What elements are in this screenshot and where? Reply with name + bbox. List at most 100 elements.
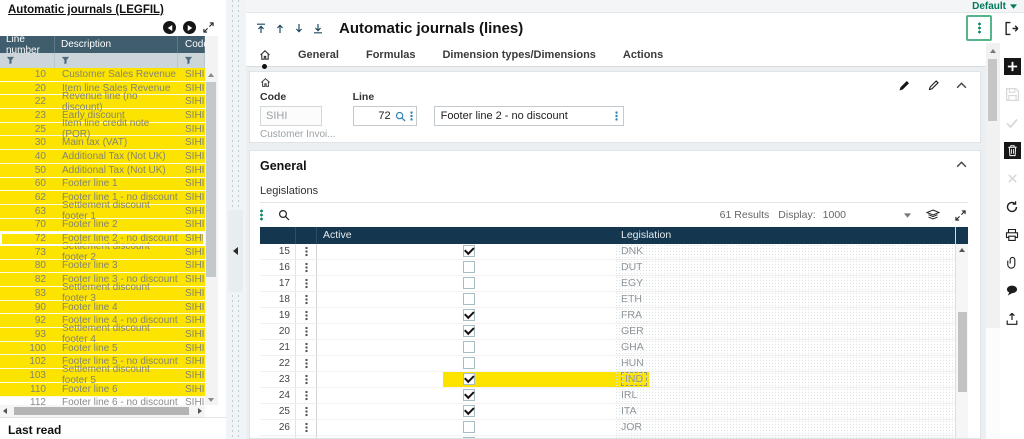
share-export-button[interactable]: [1004, 310, 1021, 327]
col-header-legislation[interactable]: Legislation: [615, 229, 955, 241]
cell-legislation[interactable]: GHA: [615, 339, 955, 356]
exit-icon[interactable]: [1004, 21, 1019, 36]
panel-splitter[interactable]: [226, 0, 246, 439]
grid-row[interactable]: 16 DUT: [260, 259, 968, 276]
display-value[interactable]: 1000: [823, 209, 846, 221]
grid-row[interactable]: 21 GHA: [260, 339, 968, 356]
filter-funnel-icon[interactable]: [6, 56, 15, 65]
scrollbar-thumb[interactable]: [206, 82, 216, 277]
grid-row[interactable]: 17 EGY: [260, 275, 968, 292]
cell-legislation[interactable]: ETH: [615, 291, 955, 308]
expand-panel-icon[interactable]: [203, 22, 214, 33]
filter-funnel-icon[interactable]: [184, 56, 193, 65]
cell-legislation[interactable]: DNK: [615, 243, 955, 260]
prev-record-button[interactable]: [163, 21, 176, 34]
left-table-row[interactable]: 70 Footer line 2 SIHI: [0, 218, 205, 233]
left-table-row[interactable]: 80 Footer line 3 SIHI: [0, 259, 205, 274]
line-input[interactable]: 72: [352, 106, 417, 126]
scrollbar-thumb[interactable]: [988, 59, 997, 121]
cell-legislation[interactable]: EGY: [615, 275, 955, 292]
grid-row[interactable]: 25 ITA: [260, 403, 968, 420]
grid-kebab-icon[interactable]: [260, 209, 263, 222]
row-kebab-icon[interactable]: [296, 371, 317, 388]
last-record-icon[interactable]: [313, 23, 323, 34]
field-actions-kebab-icon[interactable]: [409, 111, 413, 121]
left-table-row[interactable]: 10 Customer Sales Revenue SIHI: [0, 68, 205, 82]
left-table-row[interactable]: 90 Footer line 4 SIHI: [0, 300, 205, 315]
page-vertical-scrollbar[interactable]: [986, 43, 1000, 439]
grid-search-icon[interactable]: [278, 209, 290, 221]
cell-legislation[interactable]: IRL: [615, 387, 955, 404]
row-kebab-icon[interactable]: [296, 403, 317, 420]
left-table-row[interactable]: 73 Settlement discount footer 2 SIHI: [0, 241, 205, 263]
active-checkbox[interactable]: [463, 389, 475, 402]
grid-row[interactable]: 27 KEN: [260, 435, 968, 438]
scroll-down-arrow[interactable]: [208, 398, 214, 402]
cell-legislation[interactable]: KEN: [615, 435, 955, 438]
left-table-row[interactable]: 100 Footer line 5 SIHI: [0, 341, 205, 356]
left-panel-title[interactable]: Automatic journals (LEGFIL): [0, 0, 226, 19]
next-record-icon[interactable]: [294, 23, 304, 34]
left-table-row[interactable]: 103 Settlement discount footer 5 SIHI: [0, 364, 205, 386]
active-checkbox[interactable]: [463, 309, 475, 322]
home-tab-icon[interactable]: [259, 49, 271, 61]
col-header-code[interactable]: Code: [178, 36, 209, 53]
filter-funnel-icon[interactable]: [61, 56, 70, 65]
display-dropdown-caret-icon[interactable]: [904, 213, 911, 218]
row-kebab-icon[interactable]: [296, 323, 317, 340]
scroll-right-arrow[interactable]: [198, 408, 202, 414]
collapse-section-chevron-icon[interactable]: [956, 82, 967, 89]
active-checkbox[interactable]: [463, 245, 475, 258]
attachment-paperclip-button[interactable]: [1004, 254, 1021, 271]
layers-icon[interactable]: [926, 209, 940, 221]
row-kebab-icon[interactable]: [296, 259, 317, 276]
refresh-button[interactable]: [1004, 198, 1021, 215]
grid-row[interactable]: 20 GER: [260, 323, 968, 340]
print-button[interactable]: [1004, 226, 1021, 243]
left-table-row[interactable]: 50 Additional Tax (Not UK) SIHI: [0, 163, 205, 178]
cell-legislation[interactable]: GER: [615, 323, 955, 340]
active-checkbox[interactable]: [463, 437, 475, 438]
active-checkbox[interactable]: [463, 405, 475, 418]
row-kebab-icon[interactable]: [296, 419, 317, 436]
row-kebab-icon[interactable]: [296, 339, 317, 356]
left-table-row[interactable]: 63 Settlement discount footer 1 SIHI: [0, 200, 205, 222]
fullscreen-expand-icon[interactable]: [955, 210, 966, 221]
left-table-row[interactable]: 40 Additional Tax (Not UK) SIHI: [0, 150, 205, 164]
grid-row[interactable]: 26 JOR: [260, 419, 968, 436]
delete-button[interactable]: [1003, 142, 1021, 159]
cell-legislation[interactable]: DUT: [615, 259, 955, 276]
left-vertical-scrollbar[interactable]: [205, 36, 218, 405]
active-checkbox[interactable]: [463, 357, 475, 370]
tab-actions[interactable]: Actions: [623, 49, 663, 61]
col-header-description[interactable]: Description: [55, 36, 178, 53]
collapse-panel-handle[interactable]: [228, 210, 243, 292]
row-kebab-icon[interactable]: [296, 435, 317, 438]
chevron-down-icon[interactable]: [1010, 3, 1017, 9]
cell-legislation[interactable]: JOR: [615, 419, 955, 436]
grid-row[interactable]: 24 IRL: [260, 387, 968, 404]
left-table-row[interactable]: 112 Footer line 6 - no discount SIHI: [0, 396, 205, 405]
cell-legislation[interactable]: FRA: [615, 307, 955, 324]
scrollbar-thumb[interactable]: [958, 311, 967, 392]
more-actions-button[interactable]: [966, 15, 992, 41]
row-kebab-icon[interactable]: [296, 307, 317, 324]
tab-dimension-types[interactable]: Dimension types/Dimensions: [442, 49, 595, 61]
cell-legislation[interactable]: HUN: [615, 355, 955, 372]
scroll-up-arrow[interactable]: [989, 49, 996, 53]
tab-formulas[interactable]: Formulas: [366, 49, 416, 61]
active-checkbox[interactable]: [463, 341, 475, 354]
new-record-button[interactable]: [1003, 58, 1021, 75]
next-record-button[interactable]: [183, 21, 196, 34]
active-checkbox[interactable]: [463, 293, 475, 306]
cell-legislation[interactable]: IND: [615, 371, 955, 388]
active-checkbox[interactable]: [463, 261, 475, 274]
home-section-icon[interactable]: [260, 77, 272, 88]
grid-row[interactable]: 18 ETH: [260, 291, 968, 308]
left-table-row[interactable]: 22 Revenue line (no discount) SIHI: [0, 91, 205, 113]
scroll-left-arrow[interactable]: [3, 408, 7, 414]
row-kebab-icon[interactable]: [296, 243, 317, 260]
scroll-up-arrow[interactable]: [208, 73, 214, 77]
grid-row[interactable]: 22 HUN: [260, 355, 968, 372]
row-kebab-icon[interactable]: [296, 291, 317, 308]
